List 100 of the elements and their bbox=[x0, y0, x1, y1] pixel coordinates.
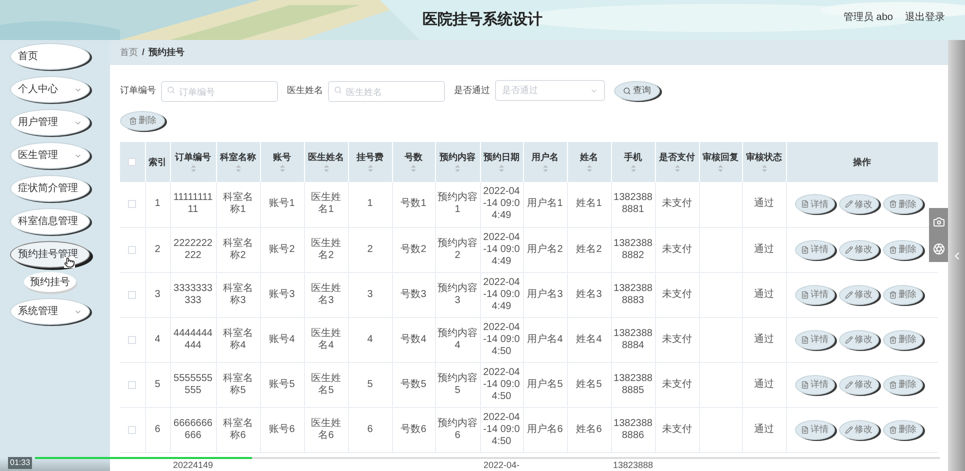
table-cell: 2022-04-14 09:04:49 bbox=[483, 232, 520, 266]
sort-icon[interactable] bbox=[718, 165, 723, 172]
sidebar-item[interactable]: 症状简介管理 bbox=[10, 175, 90, 202]
table-cell: 账号3 bbox=[269, 288, 295, 300]
breadcrumb-item[interactable]: 首页 bbox=[120, 46, 138, 60]
table-cell: 账号2 bbox=[269, 244, 295, 254]
sidebar-item[interactable]: 医生管理 bbox=[10, 142, 90, 169]
sort-icon[interactable] bbox=[762, 165, 766, 172]
column-header[interactable]: 预约日期 bbox=[480, 142, 523, 182]
sort-icon[interactable] bbox=[236, 165, 240, 172]
sidebar-item[interactable]: 个人中心 bbox=[10, 76, 90, 103]
table-cell: 医生姓名2 bbox=[311, 238, 341, 260]
table-cell: 号数4 bbox=[400, 334, 426, 344]
sort-icon[interactable] bbox=[368, 165, 372, 172]
checkbox[interactable] bbox=[128, 200, 136, 208]
table-cell: 13823888886 bbox=[614, 418, 652, 440]
pencil-icon bbox=[844, 200, 852, 208]
edit-button[interactable]: 修改 bbox=[838, 194, 878, 214]
sort-icon[interactable] bbox=[630, 165, 636, 172]
column-header[interactable]: 挂号费 bbox=[348, 142, 392, 182]
table-cell: 13823888 bbox=[612, 460, 654, 470]
table-cell: 账号1 bbox=[269, 198, 295, 210]
sort-icon[interactable] bbox=[280, 165, 284, 172]
column-header[interactable]: 审核回复 bbox=[699, 142, 742, 182]
detail-button[interactable]: 详情 bbox=[794, 374, 834, 394]
table-cell: 姓名4 bbox=[576, 334, 602, 344]
field-label: 是否通过 bbox=[454, 84, 490, 97]
table-cell: 未支付 bbox=[662, 424, 692, 434]
edit-button[interactable]: 修改 bbox=[838, 420, 878, 440]
column-header[interactable]: 账号 bbox=[260, 142, 304, 182]
edit-button[interactable]: 修改 bbox=[838, 330, 878, 350]
table-cell: 通过 bbox=[754, 334, 774, 344]
delete-button[interactable]: 删除 bbox=[882, 330, 922, 350]
search-field[interactable]: 订单编号 bbox=[161, 81, 278, 102]
sort-icon[interactable] bbox=[455, 165, 460, 172]
detail-button[interactable]: 详情 bbox=[794, 240, 834, 260]
sort-icon[interactable] bbox=[542, 165, 548, 172]
column-header[interactable]: 审核状态 bbox=[742, 142, 786, 182]
checkbox[interactable] bbox=[128, 426, 136, 434]
sidebar-item[interactable]: 系统管理 bbox=[10, 298, 90, 325]
sort-icon[interactable] bbox=[190, 165, 196, 172]
table-cell: 姓名2 bbox=[576, 244, 602, 254]
column-header[interactable]: 预约内容 bbox=[435, 142, 480, 182]
search-field[interactable]: 医生姓名 bbox=[328, 81, 445, 102]
logout-link[interactable]: 退出登录 bbox=[905, 10, 945, 25]
table-cell: 用户名3 bbox=[527, 288, 563, 300]
query-button[interactable]: 查询 bbox=[614, 80, 660, 100]
delete-button[interactable]: 删除 bbox=[120, 111, 165, 131]
detail-button[interactable]: 详情 bbox=[794, 330, 834, 350]
delete-button[interactable]: 删除 bbox=[882, 194, 922, 214]
table-cell: 6666666666 bbox=[174, 418, 212, 440]
checkbox[interactable] bbox=[128, 380, 136, 388]
table-cell: 5 bbox=[367, 378, 373, 390]
table-cell: 医生姓名3 bbox=[311, 282, 341, 306]
sort-icon[interactable] bbox=[324, 165, 328, 172]
breadcrumb-item[interactable]: 预约挂号 bbox=[148, 46, 185, 60]
edit-button[interactable]: 修改 bbox=[838, 284, 878, 304]
detail-button[interactable]: 详情 bbox=[794, 284, 834, 304]
column-header[interactable]: 手机 bbox=[611, 142, 655, 182]
sort-icon[interactable] bbox=[674, 165, 680, 172]
column-header[interactable]: 订单编号 bbox=[170, 142, 216, 182]
camera-icon[interactable] bbox=[932, 216, 944, 228]
table-cell: 科室名称3 bbox=[223, 282, 253, 306]
table-cell: 13823888884 bbox=[614, 328, 652, 350]
aperture-icon[interactable] bbox=[932, 242, 944, 254]
table-cell: 预约内容3 bbox=[438, 282, 478, 306]
checkbox[interactable] bbox=[128, 246, 136, 254]
trash-icon bbox=[888, 336, 896, 344]
table-cell: 2222222222 bbox=[174, 238, 212, 260]
column-header[interactable]: 科室名称 bbox=[216, 142, 260, 182]
edit-button[interactable]: 修改 bbox=[838, 374, 878, 394]
column-header[interactable]: 是否支付 bbox=[655, 142, 699, 182]
checkbox[interactable] bbox=[128, 336, 136, 344]
checkbox[interactable] bbox=[128, 290, 136, 298]
sidebar-subitem[interactable]: 预约挂号 bbox=[24, 272, 76, 292]
sidebar-item[interactable]: 首页 bbox=[10, 43, 90, 70]
column-header[interactable]: 姓名 bbox=[567, 142, 611, 182]
table-cell: 13823888882 bbox=[614, 238, 652, 260]
delete-button[interactable]: 删除 bbox=[882, 240, 922, 260]
sidebar-item[interactable]: 用户管理 bbox=[10, 109, 90, 136]
checkbox[interactable] bbox=[128, 158, 136, 166]
edit-button[interactable]: 修改 bbox=[838, 240, 878, 260]
document-icon bbox=[800, 246, 808, 254]
document-icon bbox=[800, 290, 808, 298]
detail-button[interactable]: 详情 bbox=[794, 194, 834, 214]
table-cell: 预约内容2 bbox=[438, 238, 478, 260]
column-header[interactable]: 号数 bbox=[392, 142, 435, 182]
sort-icon[interactable] bbox=[411, 165, 416, 172]
table-cell: 1 bbox=[367, 198, 373, 210]
column-header[interactable]: 医生姓名 bbox=[304, 142, 348, 182]
column-header[interactable]: 用户名 bbox=[523, 142, 567, 182]
sidebar-item[interactable]: 科室信息管理 bbox=[10, 208, 90, 235]
table-cell: 用户名6 bbox=[527, 424, 563, 434]
sort-icon[interactable] bbox=[499, 165, 504, 172]
sort-icon[interactable] bbox=[586, 165, 592, 172]
delete-button[interactable]: 删除 bbox=[882, 284, 922, 304]
detail-button[interactable]: 详情 bbox=[794, 420, 834, 440]
trash-icon bbox=[888, 246, 896, 254]
delete-button[interactable]: 删除 bbox=[882, 374, 922, 394]
delete-button[interactable]: 删除 bbox=[882, 420, 922, 440]
